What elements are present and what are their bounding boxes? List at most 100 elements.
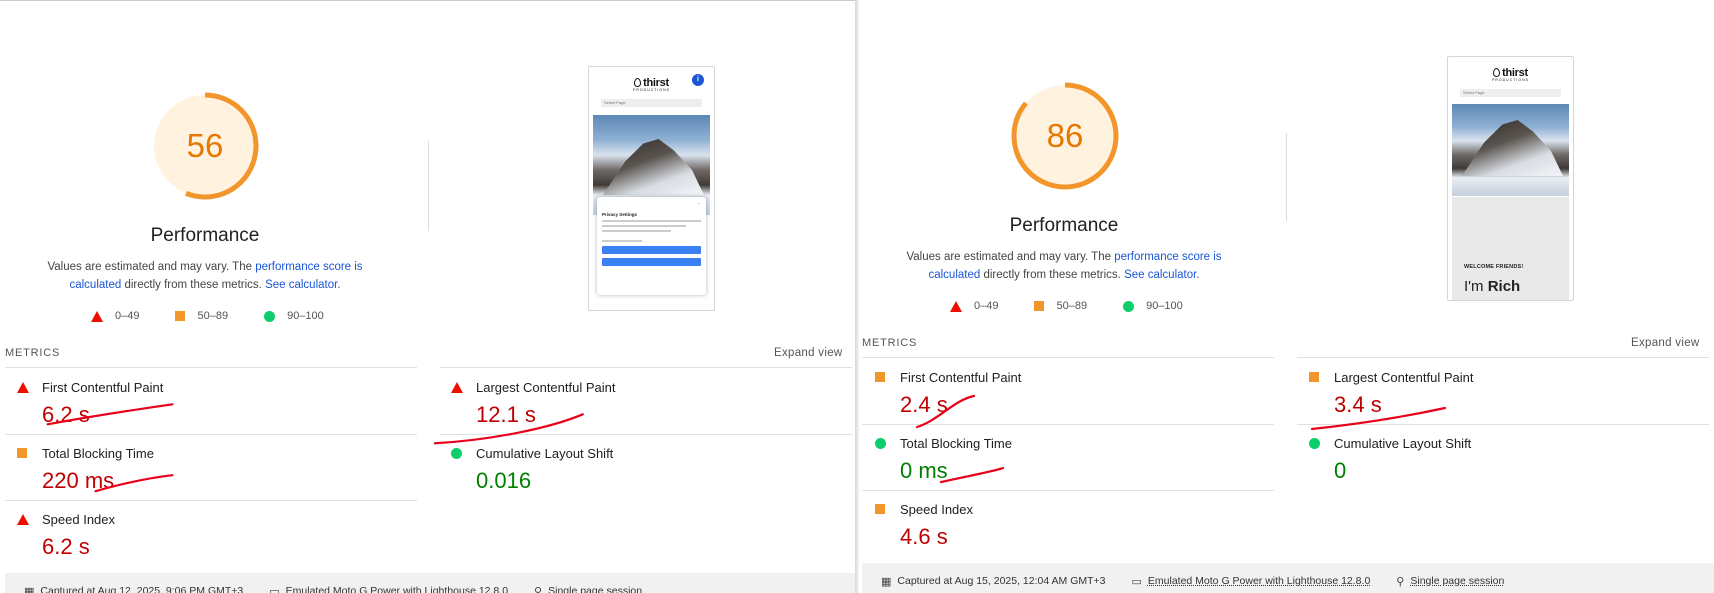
mountain-peak [1462, 120, 1563, 176]
captured-text: Captured at Aug 15, 2025, 12:04 AM GMT+3 [897, 575, 1106, 587]
modal-text-line [602, 225, 687, 227]
vertical-divider [428, 141, 429, 231]
captured-text: Captured at Aug 12, 2025, 9:06 PM GMT+3 [40, 585, 244, 593]
accept-button [602, 246, 701, 254]
metric-value: 6.2 s [42, 402, 90, 427]
see-calculator-link[interactable]: See calculator [265, 279, 337, 291]
modal-text-line [602, 230, 672, 232]
performance-description: Values are estimated and may vary. The p… [40, 258, 370, 294]
desc-text: directly from these metrics. [980, 269, 1125, 281]
row-divider [440, 434, 852, 435]
orange-square-icon [1034, 301, 1045, 311]
green-circle-icon [264, 310, 276, 322]
metrics-heading: METRICS [5, 347, 61, 359]
desc-text: Values are estimated and may vary. The [47, 261, 256, 273]
metrics-heading: METRICS [862, 337, 918, 349]
welcome-text: WELCOME FRIENDS! [1464, 264, 1524, 270]
legend-average: 50–89 [1034, 300, 1087, 312]
legend-label: 50–89 [1056, 300, 1088, 312]
score-legend: 0–49 50–89 90–100 [950, 300, 1219, 312]
device-icon: ▭ [269, 585, 280, 593]
row-divider [5, 500, 417, 501]
row-divider [5, 434, 417, 435]
emulated-text: Emulated Moto G Power with Lighthouse 12… [285, 585, 509, 593]
hand-annotation-right [915, 394, 1447, 484]
report-left: 56 Performance Values are estimated and … [0, 0, 859, 593]
metric-value: 0 [1334, 458, 1347, 483]
vertical-divider [1286, 133, 1287, 221]
session-icon: ⚲ [1396, 575, 1405, 588]
performance-score: 56 [186, 127, 224, 164]
legend-label: 0–49 [974, 300, 999, 312]
metric-value: 4.6 s [900, 524, 948, 549]
session-info[interactable]: ⚲ Single page session [1396, 575, 1504, 588]
legend-label: 90–100 [1146, 300, 1183, 312]
row-divider [862, 424, 1274, 425]
lighthouse-comparison: 56 Performance Values are estimated and … [0, 0, 1714, 593]
privacy-title: Privacy Settings [602, 212, 638, 217]
mobile-screenshot[interactable]: thirst PRODUCTIONS i Select Page ⌄ Privac… [588, 66, 715, 311]
performance-title: Performance [1009, 215, 1119, 236]
row-divider [5, 367, 417, 368]
orange-square-icon [875, 504, 885, 514]
expand-view-toggle[interactable]: Expand view [1631, 337, 1700, 349]
emulated-text: Emulated Moto G Power with Lighthouse 12… [1147, 575, 1371, 587]
session-text: Single page session [548, 585, 643, 593]
metric-title: Total Blocking Time [900, 436, 1012, 451]
report-footer: ▦ Captured at Aug 12, 2025, 9:06 PM GMT+3… [5, 573, 855, 593]
performance-gauge: 86 [1010, 81, 1120, 191]
desc-text: Values are estimated and may vary. The [906, 251, 1115, 263]
score-legend: 0–49 50–89 90–100 [91, 310, 360, 322]
metric-title: Speed Index [42, 512, 116, 527]
privacy-modal: ⌄ Privacy Settings [597, 197, 706, 295]
red-triangle-icon [91, 310, 103, 322]
emulated-info[interactable]: ▭ Emulated Moto G Power with Lighthouse 1… [1132, 575, 1371, 588]
drop-icon [1493, 68, 1501, 77]
legend-pass: 90–100 [264, 310, 324, 322]
metric-value: 220 ms [42, 468, 115, 493]
metric-value: 12.1 s [476, 402, 536, 427]
see-calculator-link[interactable]: See calculator [1124, 269, 1196, 281]
metric-title: Cumulative Layout Shift [476, 446, 614, 461]
performance-gauge: 56 [150, 91, 260, 201]
captured-info: ▦ Captured at Aug 15, 2025, 12:04 AM GMT+… [881, 575, 1106, 588]
metric-value: 3.4 s [1334, 392, 1382, 417]
page-select: Select Page [601, 99, 702, 107]
performance-description: Values are estimated and may vary. The p… [899, 248, 1229, 284]
metric-value: 2.4 s [900, 392, 948, 417]
orange-square-icon [175, 311, 186, 321]
performance-title: Performance [150, 225, 260, 246]
session-info[interactable]: ⚲ Single page session [534, 585, 642, 593]
metric-title: Speed Index [900, 502, 974, 517]
expand-view-toggle[interactable]: Expand view [774, 347, 843, 359]
device-icon: ▭ [1131, 575, 1142, 588]
green-circle-icon [451, 448, 462, 459]
metric-value: 6.2 s [42, 534, 90, 559]
deny-button [602, 258, 701, 266]
red-triangle-icon [451, 382, 463, 393]
desc-text: . [337, 279, 341, 291]
legend-fail: 0–49 [91, 310, 139, 322]
legend-label: 90–100 [287, 310, 324, 322]
performance-score: 86 [1046, 117, 1084, 154]
logo-subtext: PRODUCTIONS [1492, 78, 1529, 82]
metric-title: First Contentful Paint [900, 370, 1022, 385]
orange-square-icon [17, 448, 27, 458]
row-divider [862, 490, 1274, 491]
logo-subtext: PRODUCTIONS [633, 88, 670, 92]
row-divider [1297, 424, 1709, 425]
metric-title: Total Blocking Time [42, 446, 154, 461]
report-footer: ▦ Captured at Aug 15, 2025, 12:04 AM GMT+… [862, 563, 1714, 593]
row-divider [1297, 357, 1709, 358]
hero-name: I'm Rich [1464, 278, 1520, 295]
desc-text: directly from these metrics. [121, 279, 266, 291]
row-divider [862, 357, 1274, 358]
emulated-info[interactable]: ▭ Emulated Moto G Power with Lighthouse 1… [269, 585, 508, 593]
legend-fail: 0–49 [950, 300, 998, 312]
orange-square-icon [875, 372, 885, 382]
drop-icon [634, 78, 642, 87]
mobile-screenshot[interactable]: thirst PRODUCTIONS Select Page WELCOME FR… [1447, 56, 1574, 301]
red-triangle-icon [17, 382, 29, 393]
modal-text-line [602, 220, 701, 222]
mountain-image [1452, 104, 1569, 196]
